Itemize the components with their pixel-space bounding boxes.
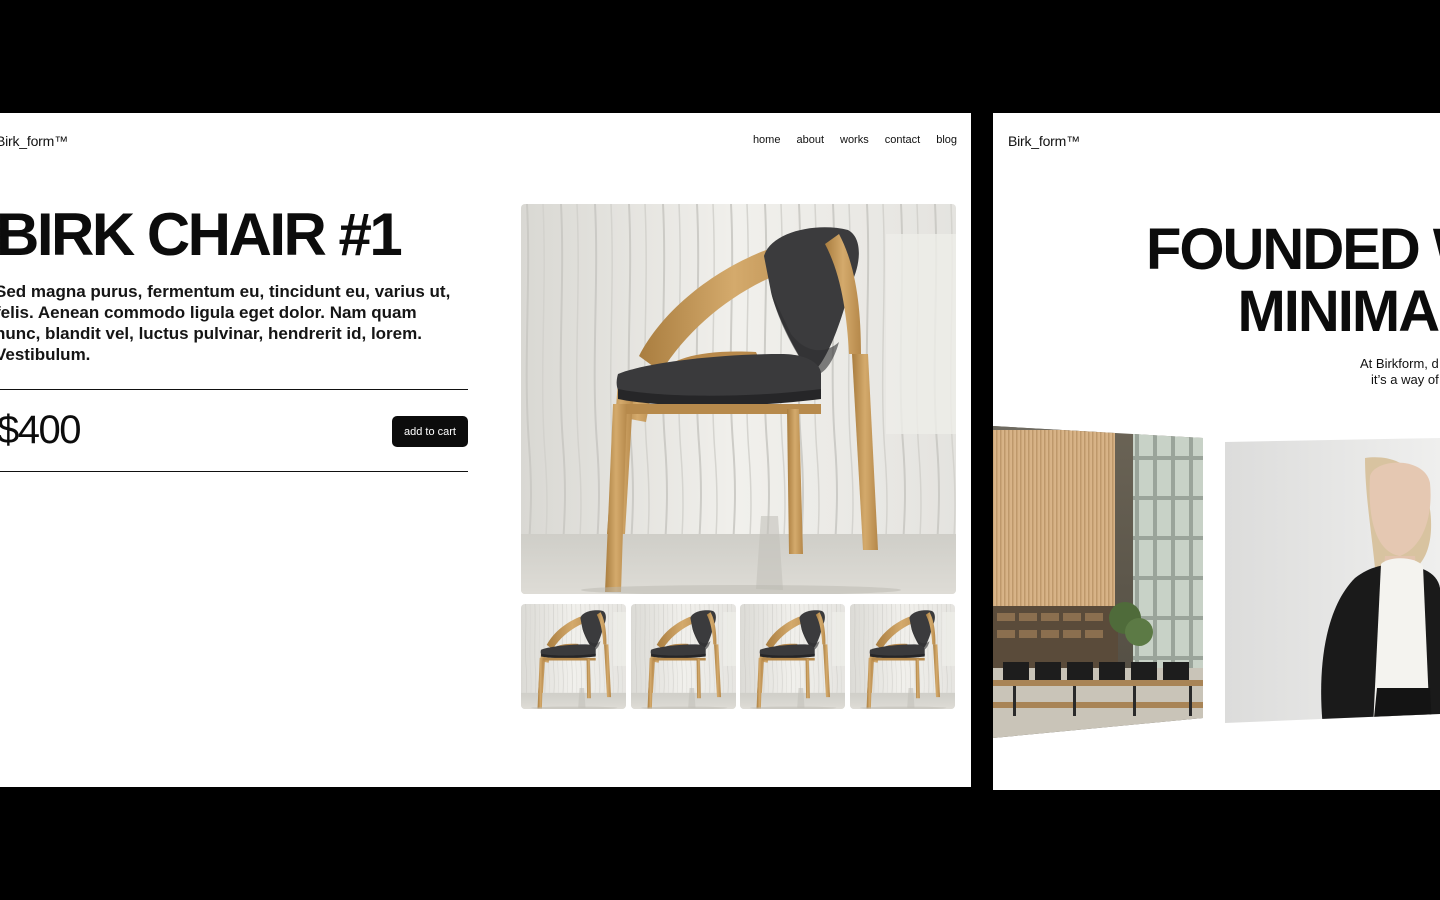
office-image <box>993 418 1203 743</box>
product-price: $400 <box>0 408 81 452</box>
product-thumbnail[interactable] <box>521 604 626 709</box>
about-line: it’s a way of <box>1371 372 1439 387</box>
add-to-cart-button[interactable]: add to cart <box>392 416 468 447</box>
nav-blog[interactable]: blog <box>936 134 957 146</box>
divider-top <box>0 389 468 390</box>
chair-photo-icon <box>850 604 955 709</box>
chair-photo-icon <box>740 604 845 709</box>
divider-bottom <box>0 471 468 472</box>
product-thumbnail[interactable] <box>850 604 955 709</box>
about-text: At Birkform, d it’s a way of <box>1360 356 1439 388</box>
about-headline: FOUNDED W MINIMALI <box>1146 219 1440 343</box>
chair-photo-icon <box>521 204 956 594</box>
chair-photo-icon <box>631 604 736 709</box>
headline-line: FOUNDED W <box>1146 217 1440 282</box>
product-thumbnail[interactable] <box>631 604 736 709</box>
nav-about[interactable]: about <box>796 134 824 146</box>
nav-home[interactable]: home <box>753 134 781 146</box>
main-nav: home about works contact blog <box>753 134 957 146</box>
product-page: Birk_form™ home about works contact blog… <box>0 113 971 787</box>
about-line: At Birkform, d <box>1360 356 1439 371</box>
product-title: BIRK CHAIR #1 <box>0 201 403 268</box>
nav-works[interactable]: works <box>840 134 869 146</box>
product-description: Sed magna purus, fermentum eu, tincidunt… <box>0 282 451 364</box>
brand-logo[interactable]: Birk_form™ <box>1008 133 1080 149</box>
brand-logo[interactable]: Birk_form™ <box>0 133 68 149</box>
product-thumbnail[interactable] <box>740 604 845 709</box>
chair-photo-icon <box>521 604 626 709</box>
portrait-image <box>1225 438 1440 728</box>
about-page: Birk_form™ FOUNDED W MINIMALI At Birkfor… <box>993 113 1440 790</box>
headline-line: MINIMALI <box>1237 279 1440 344</box>
portrait-photo-icon <box>1225 438 1440 723</box>
office-photo-icon <box>993 426 1203 738</box>
product-main-image <box>521 204 956 594</box>
nav-contact[interactable]: contact <box>885 134 920 146</box>
